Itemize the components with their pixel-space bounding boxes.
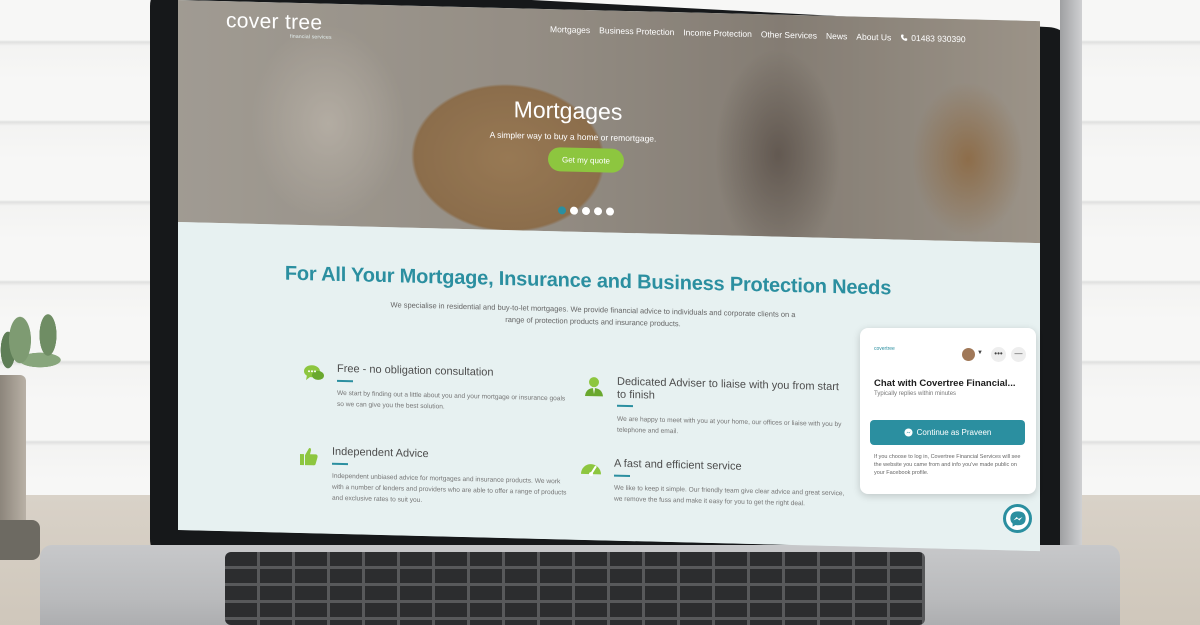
feature-independent-advice: Independent Advice Independent unbiased …: [298, 445, 566, 504]
messenger-chat-widget: covertree ▼ ••• — Chat with Covertree Fi…: [860, 328, 1036, 494]
messenger-icon: [904, 428, 913, 437]
feature-description: We like to keep it simple. Our friendly …: [614, 484, 845, 508]
feature-fast-service: A fast and efficient service We like to …: [580, 457, 844, 507]
minimize-button[interactable]: —: [1011, 347, 1026, 362]
feature-description: We are happy to meet with you at your ho…: [617, 415, 842, 436]
section-headline: For All Your Mortgage, Insurance and Bus…: [284, 262, 892, 300]
slider-dots: [558, 206, 614, 216]
feature-underline: [614, 474, 630, 478]
nav-item-news[interactable]: News: [826, 31, 847, 42]
succulent-plant: [0, 290, 80, 385]
slider-dot-3[interactable]: [582, 206, 590, 216]
feature-description: We start by finding out a little about y…: [337, 389, 566, 411]
slider-dot-5[interactable]: [606, 207, 614, 216]
avatar[interactable]: [962, 348, 975, 361]
logo-subtitle: financial services: [290, 33, 332, 41]
feature-title: A fast and efficient service: [614, 457, 742, 473]
feature-title: Independent Advice: [332, 445, 429, 461]
chat-title: Chat with Covertree Financial...: [874, 378, 1016, 389]
nav-item-about-us[interactable]: About Us: [856, 32, 891, 43]
hero-banner: cover tree financial services Mortgages …: [178, 0, 1040, 244]
feature-title: Free - no obligation consultation: [337, 362, 494, 379]
chat-privacy-note: If you choose to log in, Covertree Finan…: [874, 454, 1021, 476]
main-nav: Mortgages Business Protection Income Pro…: [550, 24, 966, 44]
laptop-keyboard: [225, 552, 925, 625]
slider-dot-2[interactable]: [570, 206, 578, 215]
chat-brand-logo: covertree: [874, 346, 895, 352]
feature-underline: [332, 462, 348, 466]
feature-dedicated-adviser: Dedicated Adviser to liaise with you fro…: [583, 375, 841, 435]
laptop-lid-edge: [1060, 0, 1082, 570]
site-logo[interactable]: cover tree: [226, 9, 322, 35]
nav-phone-link[interactable]: 01483 930390: [900, 32, 966, 45]
phone-icon: [901, 34, 908, 41]
nav-item-mortgages[interactable]: Mortgages: [550, 24, 590, 35]
continue-as-button[interactable]: Continue as Praveen: [870, 420, 1025, 445]
slider-dot-1[interactable]: [558, 206, 566, 215]
feature-underline: [337, 379, 353, 383]
section-intro: We specialise in residential and buy-to-…: [390, 300, 796, 329]
plant-pot: [0, 375, 26, 535]
feature-free-consultation: Free - no obligation consultation We sta…: [303, 362, 565, 411]
nav-item-business-protection[interactable]: Business Protection: [599, 25, 674, 37]
slider-dot-4[interactable]: [594, 207, 602, 216]
speedometer-icon: [580, 457, 602, 480]
logo-text: cover tree: [226, 9, 323, 35]
feature-underline: [617, 404, 633, 408]
adviser-icon: [583, 375, 605, 398]
get-quote-button[interactable]: Get my quote: [548, 147, 624, 173]
nav-item-other-services[interactable]: Other Services: [761, 29, 817, 40]
more-options-button[interactable]: •••: [991, 347, 1006, 362]
messenger-launcher-button[interactable]: [1003, 504, 1032, 533]
messenger-icon: [1009, 510, 1026, 527]
feature-title: Dedicated Adviser to liaise with you fro…: [617, 375, 839, 402]
thumbs-up-icon: [298, 445, 320, 468]
plant-base: [0, 520, 40, 560]
continue-as-label: Continue as Praveen: [916, 428, 992, 437]
chevron-down-icon[interactable]: ▼: [977, 350, 983, 356]
feature-description: Independent unbiased advice for mortgage…: [332, 472, 567, 504]
nav-item-income-protection[interactable]: Income Protection: [683, 27, 752, 39]
chat-response-time: Typically replies within minutes: [874, 391, 957, 397]
phone-number: 01483 930390: [911, 32, 966, 45]
chat-bubbles-icon: [303, 362, 325, 385]
